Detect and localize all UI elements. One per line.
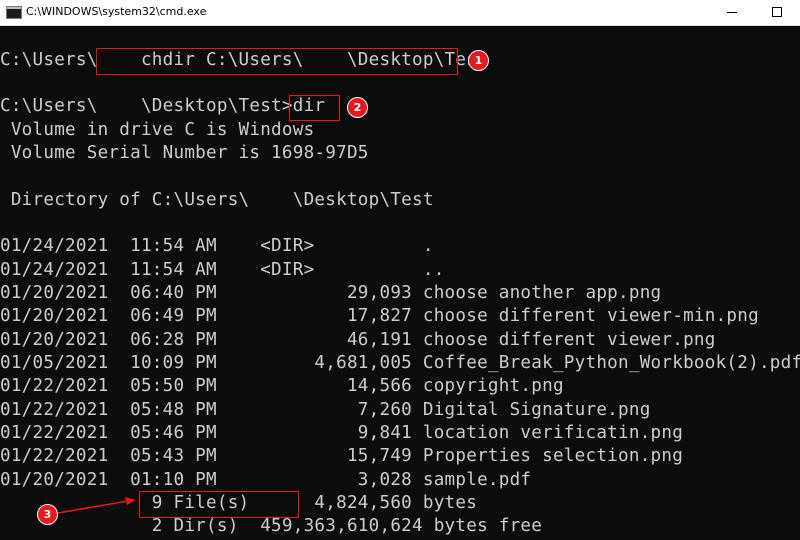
file-entry: 01/22/2021 05:43 PM 15,749 Properties se… [0,446,684,466]
dir-count-summary: 2 Dir(s) 459,363,610,624 bytes free [0,516,543,536]
cmd-icon [6,6,22,19]
file-entry: 01/20/2021 06:49 PM 17,827 choose differ… [0,306,759,326]
console-output[interactable]: C:\Users\ chdir C:\Users\ \Desktop\Test … [0,25,800,540]
file-entry: 01/20/2021 06:40 PM 29,093 choose anothe… [0,283,662,303]
highlight-chdir-command [96,48,458,75]
annotation-badge-2: 2 [348,98,367,117]
annotation-badge-1: 1 [469,51,488,70]
file-entry: 01/22/2021 05:46 PM 9,841 location verif… [0,423,684,443]
highlight-dir-command [289,95,340,121]
maximize-icon [772,7,782,17]
file-entry: 01/05/2021 10:09 PM 4,681,005 Coffee_Bre… [0,353,800,373]
highlight-file-count [139,491,299,518]
console-line-dir-command: C:\Users\ \Desktop\Test>dir [0,96,326,116]
file-entry: 01/22/2021 05:48 PM 7,260 Digital Signat… [0,400,651,420]
minimize-button[interactable] [708,0,754,25]
window-title: C:\WINDOWS\system32\cmd.exe [26,5,207,18]
file-entry: 01/20/2021 01:10 PM 3,028 sample.pdf [0,470,532,490]
maximize-button[interactable] [754,0,800,25]
console-line-directory-header: Directory of C:\Users\ \Desktop\Test [0,190,434,210]
directory-entry: 01/24/2021 11:54 AM <DIR> .. [0,260,445,280]
console-line: Volume in drive C is Windows [0,120,315,140]
file-entry: 01/20/2021 06:28 PM 46,191 choose differ… [0,330,716,350]
file-entry: 01/22/2021 05:50 PM 14,566 copyright.png [0,376,564,396]
minimize-icon [727,12,737,13]
annotation-badge-3: 3 [38,505,57,524]
directory-entry: 01/24/2021 11:54 AM <DIR> . [0,236,434,256]
console-line: Volume Serial Number is 1698-97D5 [0,143,369,163]
title-bar[interactable]: C:\WINDOWS\system32\cmd.exe [0,0,800,26]
